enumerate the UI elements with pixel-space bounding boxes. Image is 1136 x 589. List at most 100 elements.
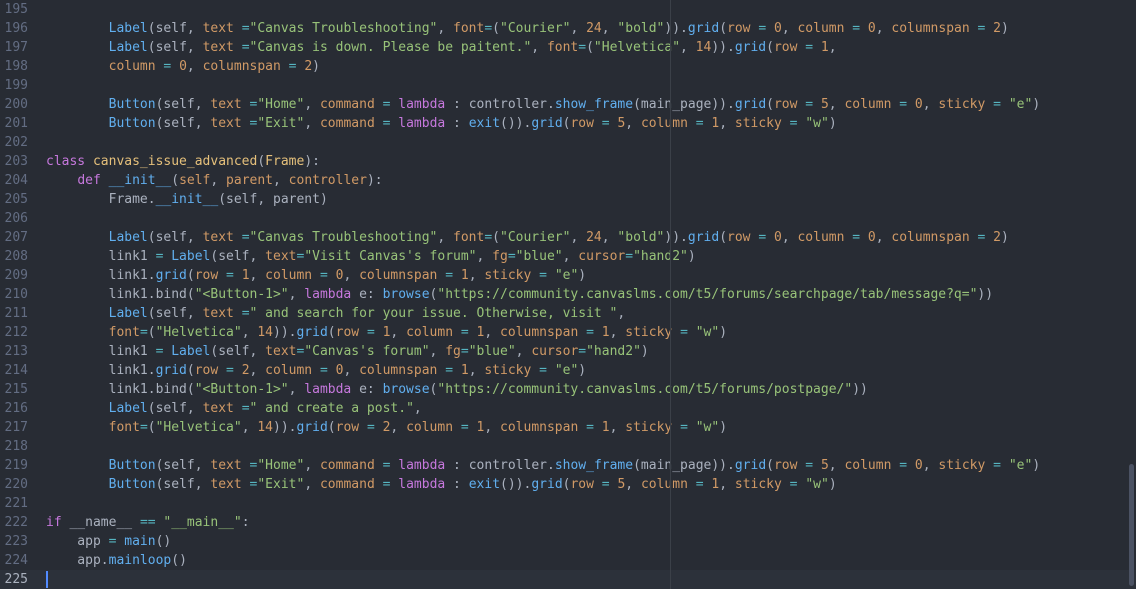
code-token: = xyxy=(460,344,469,359)
code-token: "e" xyxy=(554,363,579,378)
code-token: , xyxy=(343,268,360,283)
code-line[interactable]: 225 xyxy=(0,570,1136,589)
code-token: font xyxy=(108,420,140,435)
code-token: = xyxy=(680,325,688,340)
code-line[interactable]: 199 xyxy=(0,76,1136,95)
code-token: "hand2" xyxy=(586,344,641,359)
code-line[interactable]: 214 link1.grid(row = 2, column = 0, colu… xyxy=(0,361,1136,380)
code-token: "bold" xyxy=(617,230,665,245)
code-line[interactable]: 220 Button(self, text = "Exit", command =… xyxy=(0,475,1136,494)
code-line[interactable]: 218 xyxy=(0,437,1136,456)
code-token: = xyxy=(852,230,861,245)
code-line[interactable]: 210 link1.bind("<Button-1>", lambda e: b… xyxy=(0,285,1136,304)
code-line[interactable]: 202 xyxy=(0,133,1136,152)
code-token: "bold" xyxy=(617,21,665,36)
line-code: link1.bind("<Button-1>", lambda e: brows… xyxy=(46,380,868,399)
code-line[interactable]: 205 Frame.__init__(self, parent) xyxy=(0,190,1136,209)
code-lines[interactable]: 195 196 Label(self, text ="Canvas Trouble… xyxy=(0,0,1136,589)
code-line[interactable]: 198 column = 0, columnspan = 2) xyxy=(0,57,1136,76)
code-token: sticky xyxy=(734,116,782,131)
code-token: = xyxy=(139,325,148,340)
code-token: = xyxy=(993,458,1001,473)
code-line[interactable]: 200 Button(self, text = "Home", command =… xyxy=(0,95,1136,114)
code-token: ( xyxy=(171,173,180,188)
code-token: "Canvas Troubleshooting" xyxy=(249,230,438,245)
code-token: row xyxy=(570,477,594,492)
code-line[interactable]: 197 Label(self, text ="Canvas is down. P… xyxy=(0,38,1136,57)
line-code: Button(self, text = "Exit", command = lam… xyxy=(46,475,837,494)
code-token: exit xyxy=(468,477,501,492)
code-token: ) xyxy=(719,325,728,340)
code-token: columnspan xyxy=(891,230,970,245)
vertical-scrollbar[interactable] xyxy=(1129,464,1134,586)
code-token: , xyxy=(781,230,798,245)
code-line[interactable]: 206 xyxy=(0,209,1136,228)
code-editor[interactable]: 195 196 Label(self, text ="Canvas Trouble… xyxy=(0,0,1136,589)
code-line[interactable]: 211 Label(self, text =" and search for y… xyxy=(0,304,1136,323)
code-line[interactable]: 203 class canvas_issue_advanced(Frame): xyxy=(0,152,1136,171)
code-token: 1 xyxy=(601,325,610,340)
code-line[interactable]: 201 Button(self, text = "Exit", command =… xyxy=(0,114,1136,133)
code-token: ( xyxy=(766,40,774,55)
code-line[interactable]: 204 def __init__(self, parent, controlle… xyxy=(0,171,1136,190)
line-code: link1.grid(row = 1, column = 0, columnsp… xyxy=(46,266,587,285)
code-token: )). xyxy=(273,420,297,435)
code-token: fg xyxy=(445,344,461,359)
code-line[interactable]: 208 link1 = Label(self, text = "Visit Canv… xyxy=(0,247,1136,266)
code-token: , xyxy=(875,230,892,245)
code-line[interactable]: 212 font=("Helvetica", 14)).grid(row = 1… xyxy=(0,323,1136,342)
code-token: column xyxy=(797,230,845,245)
code-token: app xyxy=(46,534,109,549)
code-token: , xyxy=(476,249,493,264)
code-token: sticky xyxy=(625,325,673,340)
code-token: 14 xyxy=(257,325,273,340)
code-line[interactable]: 196 Label(self, text ="Canvas Troublesho… xyxy=(0,19,1136,38)
line-code: class canvas_issue_advanced(Frame): xyxy=(46,152,320,171)
code-token: 2 xyxy=(241,363,250,378)
code-token: (self, xyxy=(210,249,266,264)
code-line[interactable]: 216 Label(self, text =" and create a pos… xyxy=(0,399,1136,418)
code-token: = xyxy=(695,477,704,492)
code-line[interactable]: 213 link1 = Label(self, text = "Canvas's f… xyxy=(0,342,1136,361)
code-line[interactable]: 217 font=("Helvetica", 14)).grid(row = 2… xyxy=(0,418,1136,437)
code-line[interactable]: 195 xyxy=(0,0,1136,19)
code-token: , xyxy=(601,230,618,245)
line-number: 195 xyxy=(4,2,28,17)
code-token: __init__ xyxy=(108,173,172,188)
code-line[interactable]: 219 Button(self, text = "Home", command =… xyxy=(0,456,1136,475)
code-line[interactable]: 221 xyxy=(0,494,1136,513)
code-token: 1 xyxy=(460,363,469,378)
code-token: grid xyxy=(734,97,767,112)
code-line[interactable]: 207 Label(self, text ="Canvas Troublesho… xyxy=(0,228,1136,247)
code-token: main xyxy=(124,534,156,549)
line-number: 201 xyxy=(4,116,28,131)
code-token: , xyxy=(468,268,485,283)
code-token: "Courier" xyxy=(500,21,571,36)
code-token: : controller. xyxy=(445,97,555,112)
code-token: = xyxy=(319,363,328,378)
code-token: = xyxy=(460,420,469,435)
code-token: (self, xyxy=(155,116,211,131)
line-code: def __init__(self, parent, controller): xyxy=(46,171,382,190)
code-token: (self, xyxy=(147,401,203,416)
code-line[interactable]: 222 if __name__ == "__main__": xyxy=(0,513,1136,532)
code-token: column xyxy=(844,458,892,473)
code-line[interactable]: 215 link1.bind("<Button-1>", lambda e: b… xyxy=(0,380,1136,399)
code-token: )) xyxy=(977,287,994,302)
code-line[interactable]: 209 link1.grid(row = 1, column = 0, colu… xyxy=(0,266,1136,285)
code-token: "__main__" xyxy=(163,515,242,530)
code-token: mainloop xyxy=(108,553,172,568)
code-token: , xyxy=(570,230,587,245)
code-line[interactable]: 224 app.mainloop() xyxy=(0,551,1136,570)
code-token: (self, xyxy=(155,97,211,112)
code-line[interactable]: 223 app = main() xyxy=(0,532,1136,551)
